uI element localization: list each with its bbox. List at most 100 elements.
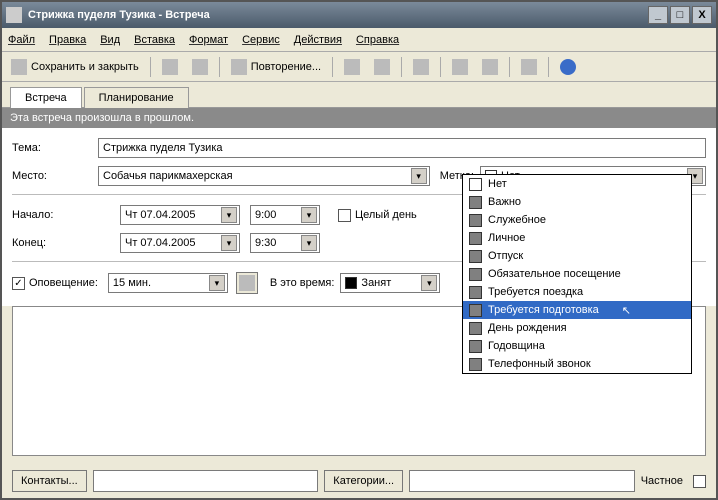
label-option-text: Требуется поездка (488, 286, 583, 298)
next-item-button[interactable] (477, 56, 503, 78)
chevron-down-icon (411, 168, 427, 184)
start-date-combo[interactable]: Чт 07.04.2005 (120, 205, 240, 225)
color-swatch (469, 250, 482, 263)
cursor-icon: ↖ (622, 304, 631, 317)
chevron-down-icon (221, 207, 237, 223)
print-button[interactable] (157, 56, 183, 78)
menu-file[interactable]: Файл (8, 34, 35, 46)
label-option[interactable]: Годовщина (463, 337, 691, 355)
help-icon (560, 59, 576, 75)
label-option[interactable]: Телефонный звонок (463, 355, 691, 373)
allday-label: Целый день (355, 209, 417, 221)
label-option[interactable]: Обязательное посещение (463, 265, 691, 283)
prev-item-button[interactable] (447, 56, 473, 78)
showtime-swatch (345, 277, 357, 289)
recurrence-button[interactable]: Повторение... (226, 56, 326, 78)
label-option-text: Личное (488, 232, 525, 244)
end-date-combo[interactable]: Чт 07.04.2005 (120, 233, 240, 253)
color-swatch (469, 304, 482, 317)
color-swatch (469, 268, 482, 281)
color-swatch (469, 196, 482, 209)
tab-meeting[interactable]: Встреча (10, 87, 82, 108)
color-swatch (469, 358, 482, 371)
titlebar: Стрижка пуделя Тузика - Встреча _ □ X (2, 2, 716, 28)
label-dropdown[interactable]: Нет ВажноСлужебное Личное Отпуск Обязательно… (462, 174, 692, 374)
label-option[interactable]: Важно (463, 193, 691, 211)
menu-view[interactable]: Вид (100, 34, 120, 46)
reminder-sound-button[interactable] (236, 272, 258, 294)
chevron-down-icon (221, 235, 237, 251)
exclamation-icon (344, 59, 360, 75)
menu-help[interactable]: Справка (356, 34, 399, 46)
contacts-button[interactable]: Контакты... (12, 470, 87, 492)
x-icon (413, 59, 429, 75)
toolbar: Сохранить и закрыть Повторение... (2, 52, 716, 82)
importance-high-button[interactable] (339, 56, 365, 78)
address-book-button[interactable] (516, 56, 542, 78)
reminder-combo[interactable]: 15 мин. (108, 273, 228, 293)
start-date-value: Чт 07.04.2005 (125, 209, 217, 221)
label-option[interactable]: Личное (463, 229, 691, 247)
label-option[interactable]: Служебное (463, 211, 691, 229)
showtime-combo[interactable]: Занят (340, 273, 440, 293)
tab-scheduling[interactable]: Планирование (84, 87, 189, 108)
maximize-button[interactable]: □ (670, 6, 690, 24)
book-icon (521, 59, 537, 75)
appointment-window: Стрижка пуделя Тузика - Встреча _ □ X Фа… (0, 0, 718, 500)
menu-service[interactable]: Сервис (242, 34, 280, 46)
start-time-combo[interactable]: 9:00 (250, 205, 320, 225)
location-label: Место: (12, 170, 98, 182)
importance-low-button[interactable] (369, 56, 395, 78)
menu-edit[interactable]: Правка (49, 34, 86, 46)
label-option[interactable]: Требуется подготовка ↖ (463, 301, 691, 319)
allday-checkbox[interactable] (338, 209, 351, 222)
private-checkbox[interactable] (693, 475, 706, 488)
start-label: Начало: (12, 209, 120, 221)
label-option[interactable]: Нет (463, 175, 691, 193)
label-option-text: Обязательное посещение (488, 268, 621, 280)
reminder-checkbox[interactable]: ✓ (12, 277, 25, 290)
minimize-button[interactable]: _ (648, 6, 668, 24)
label-option-text: Нет (488, 178, 507, 190)
color-swatch (469, 214, 482, 227)
label-option-text: Отпуск (488, 250, 523, 262)
attach-button[interactable] (187, 56, 213, 78)
subject-input[interactable] (98, 138, 706, 158)
end-time-value: 9:30 (255, 237, 297, 249)
label-option[interactable]: День рождения (463, 319, 691, 337)
app-icon (6, 7, 22, 23)
recurrence-label: Повторение... (251, 61, 321, 73)
warning-bar: Эта встреча произошла в прошлом. (2, 108, 716, 128)
menu-format[interactable]: Формат (189, 34, 228, 46)
label-option-text: Требуется подготовка (488, 304, 599, 316)
menubar: Файл Правка Вид Вставка Формат Сервис Де… (2, 28, 716, 52)
menu-actions[interactable]: Действия (294, 34, 342, 46)
reminder-label: Оповещение: (29, 277, 98, 289)
end-label: Конец: (12, 237, 120, 249)
subject-label: Тема: (12, 142, 98, 154)
save-close-button[interactable]: Сохранить и закрыть (6, 56, 144, 78)
menu-insert[interactable]: Вставка (134, 34, 175, 46)
categories-button[interactable]: Категории... (324, 470, 403, 492)
chevron-down-icon (301, 207, 317, 223)
help-button[interactable] (555, 56, 581, 78)
tabstrip: Встреча Планирование (2, 82, 716, 108)
color-swatch (469, 232, 482, 245)
delete-button[interactable] (408, 56, 434, 78)
label-option-text: Годовщина (488, 340, 545, 352)
categories-input[interactable] (409, 470, 635, 492)
label-option[interactable]: Требуется поездка (463, 283, 691, 301)
bottombar: Контакты... Категории... Частное (2, 464, 716, 498)
contacts-input[interactable] (93, 470, 319, 492)
close-button[interactable]: X (692, 6, 712, 24)
private-label: Частное (641, 475, 683, 487)
location-value: Собачья парикмахерская (103, 170, 407, 182)
color-swatch (469, 340, 482, 353)
end-time-combo[interactable]: 9:30 (250, 233, 320, 253)
color-swatch (469, 322, 482, 335)
window-title: Стрижка пуделя Тузика - Встреча (28, 9, 210, 21)
label-option[interactable]: Отпуск (463, 247, 691, 265)
down-icon (482, 59, 498, 75)
paperclip-icon (192, 59, 208, 75)
location-combo[interactable]: Собачья парикмахерская (98, 166, 430, 186)
